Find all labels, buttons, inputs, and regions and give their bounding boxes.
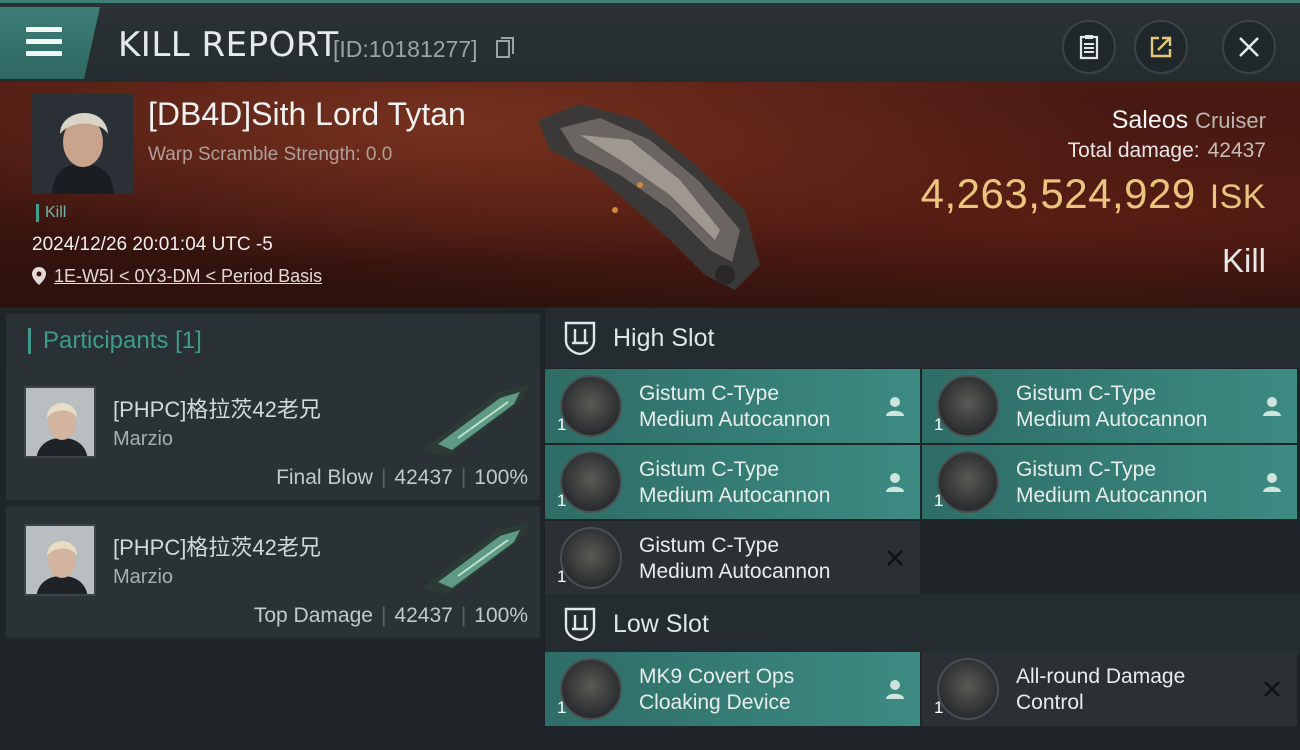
top-bar: KILL REPORT [ID:10181277] [0,0,1300,82]
participant-row[interactable]: [PHPC]格拉茨42老兄 Marzio Top Damage | 42437 | 10… [6,506,540,638]
participant-role: Top Damage [253,604,373,627]
person-icon [886,473,904,492]
clipboard-button[interactable] [1062,20,1116,74]
participant-ship-icon [422,522,530,594]
victim-portrait[interactable] [32,94,133,194]
participants-label: Participants [1] [28,328,202,354]
hamburger-icon [26,27,62,63]
victim-name[interactable]: [DB4D]Sith Lord Tytan [148,96,466,133]
participant-corp: Marzio [113,566,174,588]
isk-value: 4,263,524,929 ISK [920,170,1266,217]
participants-header: Participants [1] [6,314,540,368]
module-quantity: 1 [934,491,944,510]
ship-image[interactable] [520,90,790,300]
isk-unit: ISK [1209,178,1266,216]
avatar-image [26,388,94,456]
close-button[interactable] [1222,20,1276,74]
close-icon [887,550,903,566]
participant-row[interactable]: [PHPC]格拉茨42老兄 Marzio Final Blow | 42437 | 10… [6,368,540,500]
autocannon-icon [937,451,999,513]
fitting-module-destroyed[interactable]: 1 All-round Damage Control [922,652,1297,726]
participant-damage: 42437 [394,466,453,489]
close-icon [1239,37,1259,57]
participant-stats: Final Blow | 42437 | 100% [276,466,528,489]
report-id: [ID:10181277] [333,36,478,62]
low-slot-header: Low Slot [545,594,1300,654]
portrait-image [32,94,133,194]
kill-datetime: 2024/12/26 20:01:04 UTC -5 [32,234,273,255]
autocannon-icon [937,375,999,437]
victim-panel: [DB4D]Sith Lord Tytan Warp Scramble Stre… [0,82,1300,307]
person-icon [1263,397,1281,416]
kill-location: 1E-W5I < 0Y3-DM < Period Basis [32,266,322,287]
avatar-image [26,526,94,594]
kill-tag: Kill [36,204,66,222]
participant-avatar [24,386,96,458]
module-name: Gistum C-Type Medium Autocannon [639,458,831,507]
module-name: Gistum C-Type Medium Autocannon [1016,382,1208,431]
location-link[interactable]: 1E-W5I < 0Y3-DM < Period Basis [54,266,322,286]
module-quantity: 1 [934,415,944,434]
participant-corp: Marzio [113,428,174,450]
low-slot-icon [564,607,596,641]
fitting-module[interactable]: 1 Gistum C-Type Medium Autocannon [545,445,920,519]
page-title: KILL REPORT [118,25,339,65]
participants-panel: Participants [1] [PHPC]格拉茨42老兄 Marzio Fi… [0,308,543,750]
cloaking-device-icon [560,658,622,720]
ship-name[interactable]: Saleos Cruiser [1112,106,1266,135]
fitting-module[interactable]: 1 Gistum C-Type Medium Autocannon [922,445,1297,519]
high-slot-label: High Slot [613,324,715,352]
module-name: MK9 Covert Ops Cloaking Device [639,665,795,714]
participant-percent: 100% [474,604,528,627]
module-quantity: 1 [557,415,567,434]
autocannon-icon [560,451,622,513]
location-pin-icon [32,267,46,285]
fitting-module[interactable]: 1 Gistum C-Type Medium Autocannon [545,369,920,443]
damage-control-icon [937,658,999,720]
share-button[interactable] [1134,20,1188,74]
participants-count: [1] [175,327,202,354]
high-slot-icon [564,321,596,355]
participant-stats: Top Damage | 42437 | 100% [253,604,528,627]
person-icon [886,680,904,699]
person-icon [1263,473,1281,492]
participant-role: Final Blow [276,466,373,489]
clipboard-icon [1079,35,1099,60]
participant-damage: 42437 [394,604,453,627]
participant-name: [PHPC]格拉茨42老兄 [113,535,321,560]
menu-button[interactable] [0,7,100,79]
fitting-module[interactable]: 1 MK9 Covert Ops Cloaking Device [545,652,920,726]
close-icon [1264,681,1280,697]
copy-icon[interactable] [496,37,514,59]
share-icon [1150,36,1172,58]
fitting-module-destroyed[interactable]: 1 Gistum C-Type Medium Autocannon [545,521,920,595]
fittings-panel: High Slot 1 Gistum C-Type Medium Autocann… [545,308,1300,750]
low-slot-label: Low Slot [613,610,709,638]
autocannon-icon [560,527,622,589]
person-icon [886,397,904,416]
module-name: Gistum C-Type Medium Autocannon [639,534,831,583]
module-quantity: 1 [557,567,567,586]
module-quantity: 1 [557,491,567,510]
participant-ship-icon [422,384,530,456]
fitting-module[interactable]: 1 Gistum C-Type Medium Autocannon [922,369,1297,443]
total-damage-value: 42437 [1207,139,1266,162]
module-quantity: 1 [557,698,567,717]
kill-result: Kill [1221,242,1266,279]
high-slot-header: High Slot [545,308,1300,368]
participant-avatar [24,524,96,596]
module-name: All-round Damage Control [1016,665,1186,714]
ship-class: Cruiser [1195,108,1266,133]
participant-percent: 100% [474,466,528,489]
autocannon-icon [560,375,622,437]
module-quantity: 1 [934,698,944,717]
module-name: Gistum C-Type Medium Autocannon [639,382,831,431]
module-name: Gistum C-Type Medium Autocannon [1016,458,1208,507]
participant-name: [PHPC]格拉茨42老兄 [113,397,321,422]
total-damage: Total damage: 42437 [1067,139,1266,162]
warp-scramble-strength: Warp Scramble Strength: 0.0 [148,144,393,165]
